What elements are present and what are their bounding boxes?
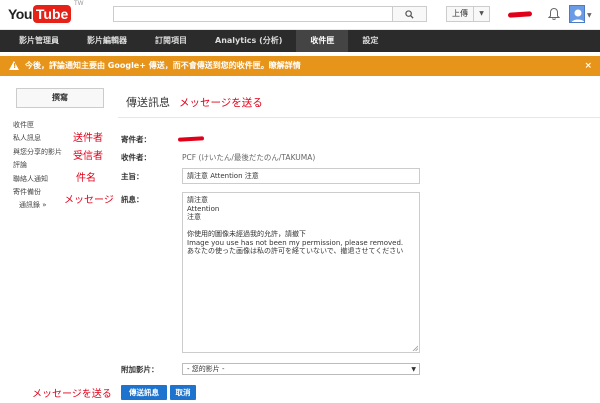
nav-settings[interactable]: 設定 (348, 30, 392, 52)
annotation-send-note: メッセージを送る (32, 389, 112, 400)
sidebar-item-comments[interactable]: 評論 (13, 159, 62, 172)
compose-button[interactable]: 撰寫 (16, 88, 104, 108)
user-avatar[interactable] (569, 5, 585, 23)
notification-bell-icon[interactable] (548, 7, 560, 21)
upload-button[interactable]: 上傳 (446, 6, 474, 22)
search-icon (405, 9, 414, 19)
message-line: Attention (187, 204, 220, 213)
sidebar-item-sent[interactable]: 寄件備份 (13, 186, 62, 199)
message-line: Image you use has not been my permission… (187, 238, 404, 247)
nav-video-manager[interactable]: 影片管理員 (5, 30, 73, 52)
banner-text[interactable]: 今後，評論通知主要由 Google+ 傳送，而不會傳送到您的收件匣。瞭解詳情 (25, 61, 301, 70)
annotation-subject: 件名 (76, 173, 96, 184)
message-line: 注意 (187, 213, 201, 221)
redacted-sender-mark (177, 136, 205, 142)
notification-banner: 今後，評論通知主要由 Google+ 傳送，而不會傳送到您的收件匣。瞭解詳情 × (0, 56, 600, 76)
annotation-sender: 送件者 (73, 133, 103, 144)
recipient-value: PCF (けいたん/最後だたのん/TAKUMA) (182, 153, 316, 162)
message-line: 你使用的圖像未經過我的允許，請撤下 (187, 230, 306, 238)
from-label: 寄件者： (121, 135, 151, 144)
creator-nav-bar: 影片管理員 影片編輯器 訂閱項目 Analytics (分析) 收件匣 設定 (0, 30, 600, 52)
annotation-message: メッセージ (64, 195, 114, 206)
nav-analytics[interactable]: Analytics (分析) (201, 30, 296, 52)
avatar-person-icon (571, 9, 584, 22)
attach-video-select[interactable]: - 您的影片 - ▼ (182, 363, 420, 375)
annotation-title-note: メッセージを送る (179, 97, 263, 109)
cancel-button[interactable]: 取消 (170, 385, 196, 400)
message-line: あなたの使った画像は私の許可を経ていないで、撤退させてください (187, 247, 404, 255)
message-line: 請注意 (187, 196, 208, 204)
nav-subscriptions[interactable]: 訂閱項目 (141, 30, 201, 52)
message-label: 訊息： (121, 195, 144, 204)
sidebar-item-contact-notifications[interactable]: 聯絡人通知 (13, 173, 62, 186)
nav-inbox[interactable]: 收件匣 (296, 30, 349, 52)
redacted-username-mark (507, 11, 533, 18)
inbox-sidebar: 收件匣 私人訊息 與您分享的影片 評論 聯絡人通知 寄件備份 通訊錄 » (13, 119, 62, 213)
warning-icon (9, 61, 19, 70)
top-header: You Tube TW 上傳 ▼ ▼ (0, 0, 600, 30)
close-banner-button[interactable]: × (584, 56, 592, 76)
page-title: 傳送訊息 (126, 96, 170, 109)
attach-video-selected-value: - 您的影片 - (187, 365, 225, 373)
youtube-logo[interactable]: You Tube (8, 4, 72, 24)
search-input[interactable] (113, 6, 393, 22)
logo-tube-text: Tube (32, 5, 72, 23)
account-menu-chevron-icon[interactable]: ▼ (587, 12, 592, 19)
send-message-button[interactable]: 傳送訊息 (121, 385, 167, 400)
resize-handle-icon[interactable] (412, 345, 418, 351)
subject-label: 主旨： (121, 172, 144, 181)
message-line (187, 222, 415, 231)
sidebar-item-address-book[interactable]: 通訊錄 » (13, 199, 62, 212)
sidebar-item-shared-videos[interactable]: 與您分享的影片 (13, 146, 62, 159)
message-textarea[interactable]: 請注意 Attention 注意 你使用的圖像未經過我的允許，請撤下 Image… (182, 192, 420, 353)
search-button[interactable] (393, 6, 427, 22)
subject-input[interactable]: 請注意 Attention 注意 (182, 168, 420, 184)
attach-video-label: 附加影片： (121, 365, 159, 374)
upload-menu-chevron-icon[interactable]: ▼ (474, 6, 490, 22)
nav-video-editor[interactable]: 影片編輯器 (73, 30, 141, 52)
logo-you-text: You (8, 6, 32, 22)
sidebar-item-private-messages[interactable]: 私人訊息 (13, 132, 62, 145)
to-label: 收件者： (121, 153, 151, 162)
logo-region-label: TW (74, 0, 84, 7)
annotation-recipient: 受信者 (73, 151, 103, 162)
chevron-down-icon: ▼ (411, 366, 416, 373)
sidebar-item-inbox[interactable]: 收件匣 (13, 119, 62, 132)
